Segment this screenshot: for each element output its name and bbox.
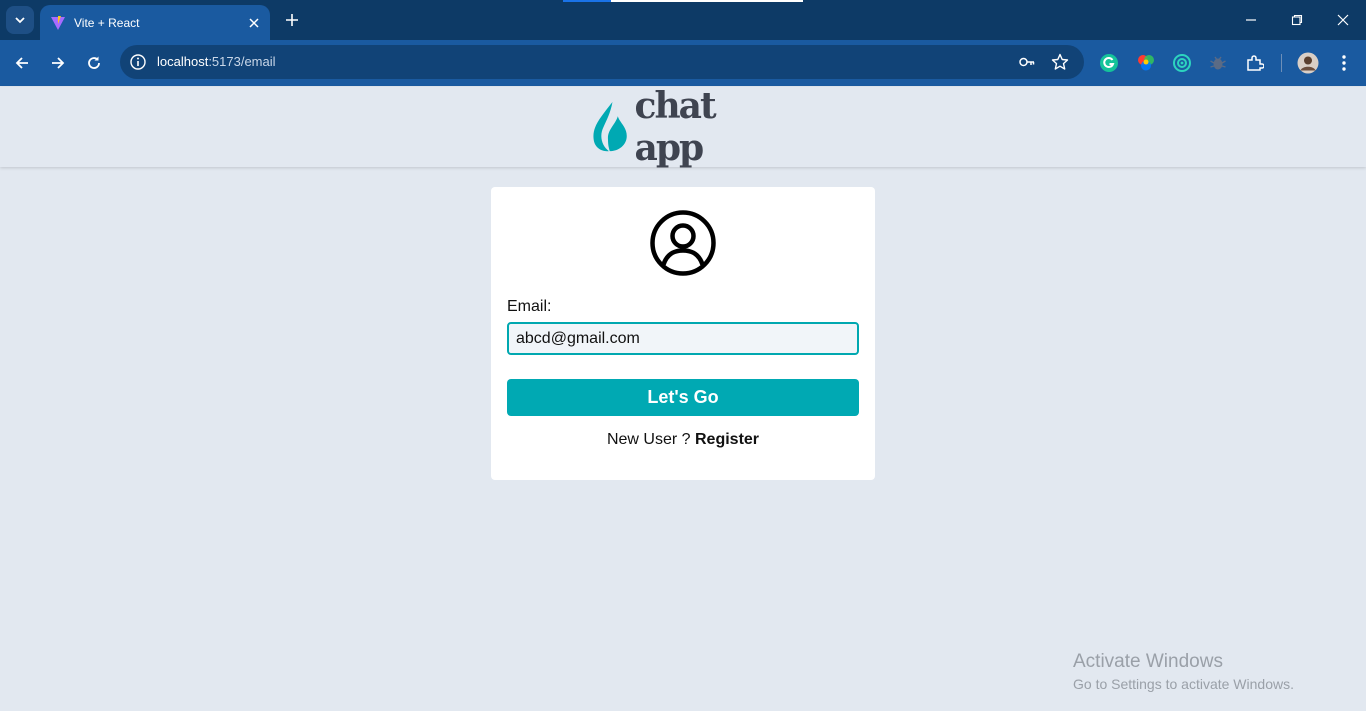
window-close-icon[interactable] [1330, 8, 1356, 32]
bug-icon[interactable] [1207, 52, 1229, 74]
watermark-title: Activate Windows [1073, 651, 1223, 672]
url-text[interactable]: localhost:5173/email [157, 54, 276, 69]
register-link[interactable]: Register [695, 431, 759, 448]
restore-icon[interactable] [1284, 8, 1310, 32]
watermark-subtitle: Go to Settings to activate Windows. [1073, 676, 1294, 692]
forward-arrow-icon[interactable] [46, 51, 70, 75]
app-logo[interactable]: chat app [591, 85, 776, 169]
puzzle-icon[interactable] [1244, 52, 1266, 74]
loading-indicator [563, 0, 803, 2]
tab-search-icon[interactable] [6, 6, 34, 34]
reload-icon[interactable] [82, 51, 106, 75]
user-circle-icon [650, 210, 716, 276]
lets-go-button[interactable]: Let's Go [507, 379, 859, 416]
windows-activation-watermark: Activate Windows Go to Settings to activ… [1073, 651, 1294, 692]
grammarly-icon[interactable] [1098, 52, 1120, 74]
kebab-menu-icon[interactable] [1333, 52, 1355, 74]
new-user-text: New User ? [606, 431, 695, 448]
flame-logo-icon [593, 101, 627, 152]
browser-toolbar: localhost:5173/email [0, 40, 1366, 86]
key-icon[interactable] [1018, 53, 1036, 71]
browser-tab[interactable]: Vite + React [40, 5, 270, 40]
toolbar-divider [1281, 54, 1282, 72]
logo-text: chat app [634, 85, 717, 169]
plus-icon[interactable] [282, 10, 302, 30]
close-icon[interactable] [246, 15, 262, 31]
email-label: Email: [507, 298, 552, 315]
address-bar[interactable]: localhost:5173/email [120, 45, 1084, 79]
color-picker-icon[interactable] [1135, 52, 1157, 74]
register-prompt: New User ? Register [491, 431, 875, 449]
star-icon[interactable] [1051, 53, 1069, 71]
vite-favicon [50, 15, 66, 31]
profile-avatar[interactable] [1297, 52, 1319, 74]
back-arrow-icon[interactable] [10, 51, 34, 75]
app-header: chat app [0, 85, 1366, 169]
minimize-icon[interactable] [1238, 8, 1264, 32]
email-field[interactable] [507, 322, 859, 355]
info-icon[interactable] [129, 53, 147, 71]
tab-title: Vite + React [74, 15, 140, 30]
email-login-card: Email: Let's Go New User ? Register [491, 187, 875, 480]
browser-tab-strip: Vite + React [0, 0, 1366, 40]
target-icon[interactable] [1171, 52, 1193, 74]
